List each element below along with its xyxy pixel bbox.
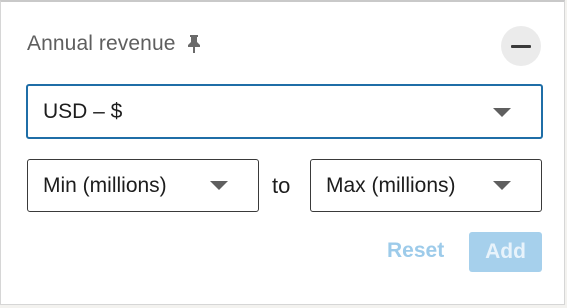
add-button[interactable]: Add: [469, 232, 542, 272]
filter-header: Annual revenue: [27, 32, 203, 56]
currency-select-value: USD – $: [43, 99, 123, 123]
currency-select[interactable]: USD – $: [26, 84, 543, 139]
range-separator: to: [272, 173, 291, 198]
reset-button[interactable]: Reset: [387, 239, 444, 263]
annual-revenue-filter-panel: Annual revenue USD – $ Min (millions) to…: [0, 0, 565, 305]
caret-down-icon: [210, 181, 228, 190]
caret-down-icon: [493, 181, 511, 190]
min-revenue-select[interactable]: Min (millions): [27, 159, 259, 212]
filter-title: Annual revenue: [27, 32, 176, 55]
min-revenue-label: Min (millions): [43, 173, 167, 197]
max-revenue-label: Max (millions): [326, 173, 456, 197]
collapse-filter-button[interactable]: [501, 26, 541, 66]
max-revenue-select[interactable]: Max (millions): [310, 159, 542, 212]
pin-icon[interactable]: [185, 34, 203, 54]
minus-icon: [511, 44, 531, 48]
caret-down-icon: [493, 108, 511, 117]
